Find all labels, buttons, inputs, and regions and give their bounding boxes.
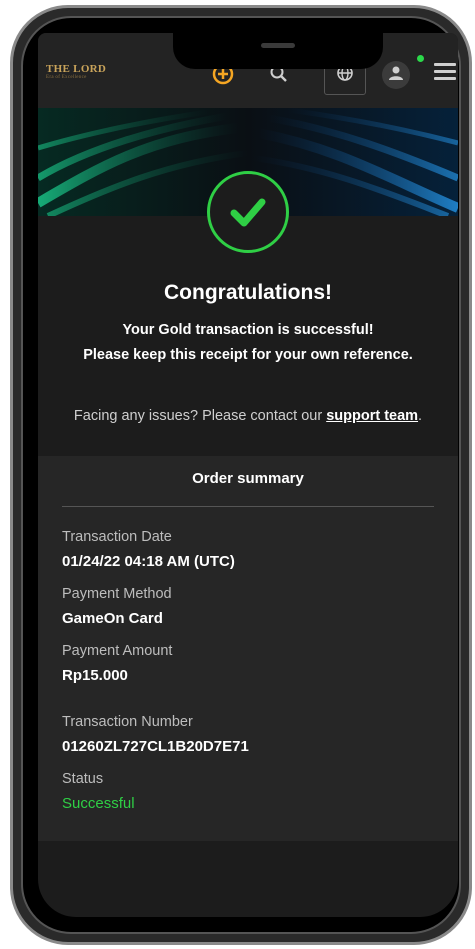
speaker-grille: [261, 43, 295, 48]
support-note: Facing any issues? Please contact our su…: [38, 408, 458, 424]
order-summary-title: Order summary: [192, 470, 304, 487]
page-title: Congratulations!: [164, 281, 332, 304]
transaction-number-value: 01260ZL727CL1B20D7E71: [62, 738, 249, 755]
phone-notch: [173, 33, 383, 69]
status-value: Successful: [62, 795, 135, 812]
success-check-icon: [207, 171, 289, 253]
success-message: Your Gold transaction is successful!: [122, 322, 374, 338]
order-summary-card: Order summary Transaction Date 01/24/22 …: [38, 456, 458, 841]
transaction-number-label: Transaction Number: [62, 714, 193, 730]
status-label: Status: [62, 771, 104, 787]
divider: [62, 506, 434, 507]
logo-subtext: Era of Excellence: [46, 75, 87, 80]
support-note-suffix: .: [418, 408, 423, 424]
support-note-text: Facing any issues? Please contact our: [73, 408, 327, 424]
logo-text: THE LORD: [46, 63, 107, 75]
menu-icon[interactable]: [434, 63, 456, 84]
support-team-link[interactable]: support team: [326, 408, 418, 424]
payment-amount-value: Rp15.000: [62, 667, 128, 684]
receipt-note: Please keep this receipt for your own re…: [83, 347, 413, 363]
transaction-date-label: Transaction Date: [62, 529, 172, 545]
user-avatar[interactable]: [382, 61, 410, 89]
user-icon: [387, 64, 405, 87]
payment-amount-label: Payment Amount: [62, 643, 173, 659]
payment-method-label: Payment Method: [62, 586, 172, 602]
phone-screen: THE LORD Era of Excellence Congratulatio…: [38, 33, 458, 917]
payment-method-value: GameOn Card: [62, 610, 163, 627]
transaction-date-value: 01/24/22 04:18 AM (UTC): [62, 553, 235, 570]
online-status-dot: [417, 55, 424, 62]
brand-logo[interactable]: THE LORD Era of Excellence: [46, 63, 106, 80]
